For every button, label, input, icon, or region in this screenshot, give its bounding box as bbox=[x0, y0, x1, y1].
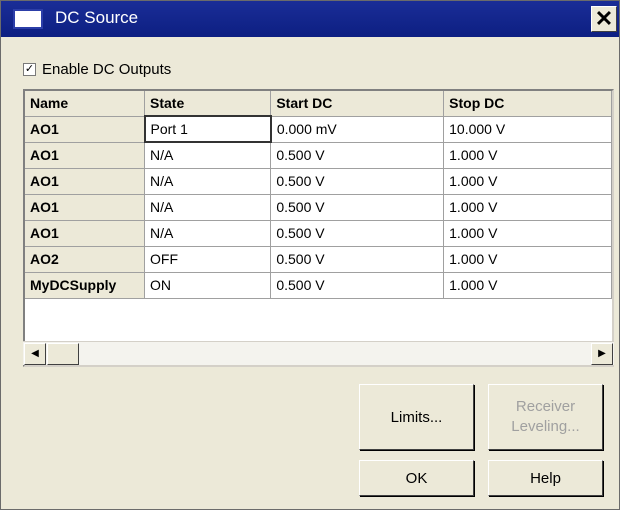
name-cell[interactable]: AO2 bbox=[25, 246, 145, 273]
table-row: AO1 N/A 0.500 V 1.000 V bbox=[25, 220, 612, 247]
table-row: AO1 N/A 0.500 V 1.000 V bbox=[25, 142, 612, 169]
stop-dc-cell[interactable]: 1.000 V bbox=[443, 142, 612, 169]
arrow-left-icon: ◀ bbox=[31, 348, 39, 359]
name-cell[interactable]: MyDCSupply bbox=[25, 272, 145, 299]
name-cell[interactable]: AO1 bbox=[25, 142, 145, 169]
receiver-leveling-button[interactable]: Receiver Leveling... bbox=[488, 384, 603, 450]
ok-button[interactable]: OK bbox=[359, 460, 474, 496]
name-cell[interactable]: AO1 bbox=[25, 168, 145, 195]
table-row: AO2 OFF 0.500 V 1.000 V bbox=[25, 246, 612, 273]
scroll-right-button[interactable]: ▶ bbox=[591, 343, 613, 365]
dc-source-grid: Name State Start DC Stop DC AO1 Port 1 0… bbox=[23, 89, 614, 367]
horizontal-scrollbar[interactable]: ◀ ▶ bbox=[23, 341, 614, 365]
close-icon: ✕ bbox=[594, 6, 614, 31]
stop-dc-cell[interactable]: 1.000 V bbox=[443, 272, 612, 299]
dc-source-dialog: DC Source ✕ ✓ Enable DC Outputs Name Sta… bbox=[0, 0, 620, 510]
stop-dc-cell[interactable]: 10.000 V bbox=[443, 116, 612, 143]
arrow-right-icon: ▶ bbox=[598, 348, 606, 359]
help-button[interactable]: Help bbox=[488, 460, 603, 496]
state-cell[interactable]: N/A bbox=[144, 194, 272, 221]
table-row: MyDCSupply ON 0.500 V 1.000 V bbox=[25, 272, 612, 299]
limits-button-label: Limits... bbox=[390, 408, 443, 426]
start-dc-cell[interactable]: 0.500 V bbox=[270, 272, 445, 299]
enable-dc-outputs-row[interactable]: ✓ Enable DC Outputs bbox=[23, 59, 171, 79]
state-cell[interactable]: ON bbox=[144, 272, 272, 299]
table-row: AO1 Port 1 0.000 mV 10.000 V bbox=[25, 115, 612, 143]
table-header-row: Name State Start DC Stop DC bbox=[25, 91, 612, 117]
state-cell[interactable]: N/A bbox=[144, 220, 272, 247]
stop-dc-cell[interactable]: 1.000 V bbox=[443, 220, 612, 247]
start-dc-cell[interactable]: 0.500 V bbox=[270, 194, 445, 221]
state-cell[interactable]: N/A bbox=[144, 142, 272, 169]
start-dc-cell[interactable]: 0.500 V bbox=[270, 246, 445, 273]
state-cell[interactable]: Port 1 bbox=[143, 115, 272, 143]
receiver-leveling-label-line2: Leveling... bbox=[511, 418, 580, 435]
enable-dc-outputs-checkbox[interactable]: ✓ bbox=[23, 62, 36, 76]
stop-dc-cell[interactable]: 1.000 V bbox=[443, 194, 612, 221]
enable-dc-outputs-label: Enable DC Outputs bbox=[42, 60, 172, 78]
scroll-left-button[interactable]: ◀ bbox=[24, 343, 46, 365]
table-row: AO1 N/A 0.500 V 1.000 V bbox=[25, 168, 612, 195]
state-cell[interactable]: OFF bbox=[144, 246, 272, 273]
start-dc-cell[interactable]: 0.500 V bbox=[270, 168, 445, 195]
start-dc-cell[interactable]: 0.000 mV bbox=[270, 116, 445, 143]
title-bar[interactable]: DC Source ✕ bbox=[1, 1, 619, 37]
name-cell[interactable]: AO1 bbox=[25, 220, 145, 247]
column-header-stop-dc[interactable]: Stop DC bbox=[443, 91, 612, 117]
receiver-leveling-label-line1: Receiver bbox=[515, 397, 576, 415]
window-title: DC Source bbox=[55, 8, 139, 27]
close-button[interactable]: ✕ bbox=[591, 6, 617, 32]
window-icon bbox=[13, 9, 43, 29]
stop-dc-cell[interactable]: 1.000 V bbox=[443, 246, 612, 273]
column-header-name[interactable]: Name bbox=[25, 91, 145, 117]
limits-button[interactable]: Limits... bbox=[359, 384, 474, 450]
start-dc-cell[interactable]: 0.500 V bbox=[270, 220, 445, 247]
dc-source-table: Name State Start DC Stop DC AO1 Port 1 0… bbox=[25, 91, 612, 299]
name-cell[interactable]: AO1 bbox=[25, 116, 145, 143]
state-cell[interactable]: N/A bbox=[144, 168, 272, 195]
column-header-state[interactable]: State bbox=[144, 91, 272, 117]
table-row: AO1 N/A 0.500 V 1.000 V bbox=[25, 194, 612, 221]
stop-dc-cell[interactable]: 1.000 V bbox=[443, 168, 612, 195]
ok-button-label: OK bbox=[405, 469, 428, 487]
help-button-label: Help bbox=[530, 469, 561, 487]
name-cell[interactable]: AO1 bbox=[25, 194, 145, 221]
column-header-start-dc[interactable]: Start DC bbox=[270, 91, 445, 117]
scroll-thumb[interactable] bbox=[47, 343, 79, 365]
start-dc-cell[interactable]: 0.500 V bbox=[270, 142, 445, 169]
